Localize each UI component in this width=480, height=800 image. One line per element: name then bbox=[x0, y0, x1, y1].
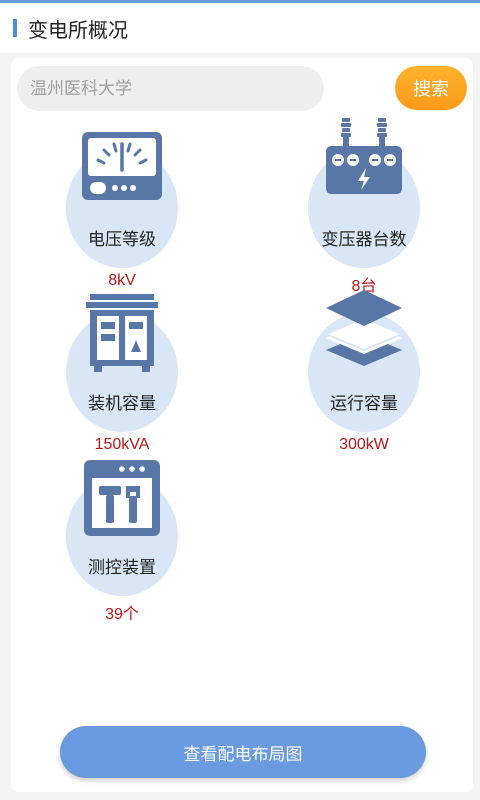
view-distribution-layout-button[interactable]: 查看配电布局图 bbox=[60, 726, 426, 778]
cabinet-icon bbox=[86, 294, 158, 372]
item-label: 变压器台数 bbox=[321, 230, 407, 249]
search-input[interactable] bbox=[17, 66, 324, 111]
item-value: 150kVA bbox=[94, 436, 150, 453]
transformer-icon bbox=[326, 118, 402, 194]
page-title: 变电所概况 bbox=[28, 19, 128, 42]
item-value: 300kW bbox=[339, 436, 389, 453]
control-devices-item[interactable]: 测控装置 39个 bbox=[66, 458, 178, 623]
layers-icon bbox=[323, 290, 405, 366]
item-value: 8kV bbox=[108, 272, 136, 289]
installed-capacity-item[interactable]: 装机容量 150kVA bbox=[66, 294, 178, 453]
voltage-level-item[interactable]: 电压等级 8kV bbox=[66, 130, 178, 289]
header-accent-bar bbox=[13, 19, 17, 37]
transformer-count-item[interactable]: 变压器台数 8台 bbox=[308, 118, 420, 295]
item-label: 电压等级 bbox=[88, 230, 156, 249]
item-label: 运行容量 bbox=[330, 394, 398, 413]
item-label: 装机容量 bbox=[88, 394, 156, 413]
voltmeter-icon bbox=[82, 132, 162, 200]
tools-window-icon bbox=[84, 460, 160, 536]
item-value: 39个 bbox=[105, 606, 139, 623]
page-header: 变电所概况 bbox=[0, 3, 480, 53]
search-button[interactable]: 搜索 bbox=[395, 66, 467, 110]
overview-card: 搜索 电压等级 8kV bbox=[11, 58, 473, 792]
running-capacity-item[interactable]: 运行容量 300kW bbox=[308, 290, 420, 453]
item-label: 测控装置 bbox=[88, 558, 156, 577]
